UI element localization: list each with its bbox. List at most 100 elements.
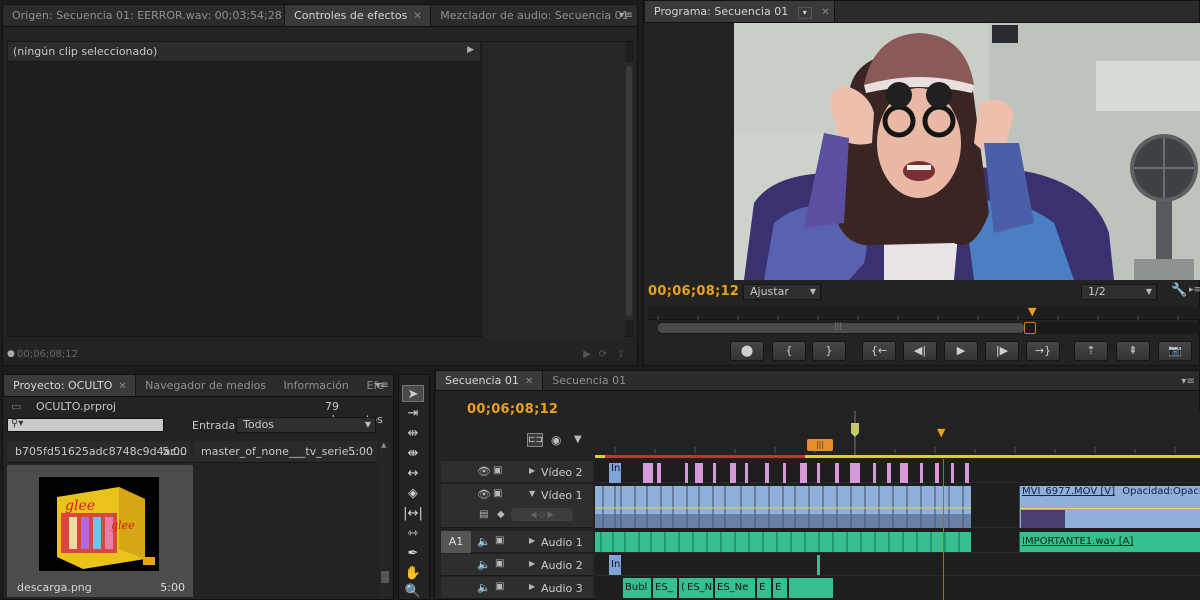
track-header-audio1[interactable]: A1 🔈 ▣ ▶ Audio 1 xyxy=(441,531,593,553)
audio2-clip[interactable]: In xyxy=(609,555,621,575)
collapse-arrow-icon[interactable]: ▼ xyxy=(529,489,535,498)
search-input[interactable]: ⚲▾ xyxy=(7,418,164,432)
expand-arrow-icon[interactable]: ▶ xyxy=(529,466,535,475)
tab-source[interactable]: Origen: Secuencia 01: EERROR.wav: 00;03;… xyxy=(3,5,284,26)
audio1-clip-importante1[interactable]: IMPORTANTE1.wav [A] xyxy=(1019,532,1200,552)
track-header-video1[interactable]: 👁 ▣ ▼ Vídeo 1 ▤ ◆ ◀ ◇ ▶ xyxy=(441,484,593,528)
chevron-down-icon[interactable]: ▾ xyxy=(797,7,812,19)
tab-effect-controls[interactable]: Controles de efectos ✕ xyxy=(284,5,432,26)
timeline-timecode[interactable]: 00;06;08;12 xyxy=(467,402,558,417)
project-thumbnail-item[interactable]: glee glee descarga.png 5:00 xyxy=(7,465,193,597)
timeline-playhead-line[interactable] xyxy=(943,459,944,600)
mark-in-button[interactable]: { xyxy=(772,341,806,361)
tab-project[interactable]: Proyecto: OCULTO ✕ xyxy=(3,375,137,396)
video1-clips-strip[interactable] xyxy=(595,486,971,528)
audio3-clip[interactable]: ES_Ne xyxy=(715,578,755,598)
track-header-audio3[interactable]: 🔈 ▣ ▶ Audio 3 xyxy=(441,577,593,599)
extract-button[interactable]: ⇞ xyxy=(1116,341,1150,361)
expand-arrow-icon[interactable]: ▶ xyxy=(467,45,474,55)
zoom-tool-icon[interactable]: 🔍 xyxy=(402,583,424,600)
close-icon[interactable]: ✕ xyxy=(118,381,126,392)
audio3-clip[interactable] xyxy=(789,578,833,598)
lift-button[interactable]: ⇡ xyxy=(1074,341,1108,361)
playhead-marker-icon[interactable]: ▼ xyxy=(1028,306,1036,318)
project-item[interactable]: master_of_none___tv_serie... 5:00 xyxy=(193,441,377,463)
sync-lock-icon[interactable]: ▣ xyxy=(495,558,504,569)
tab-sequence-01[interactable]: Secuencia 01 ✕ xyxy=(435,371,544,390)
close-icon[interactable]: ✕ xyxy=(821,7,829,18)
panel-menu-icon[interactable]: ▸≡ xyxy=(1189,285,1200,295)
mark-out-button[interactable]: } xyxy=(812,341,846,361)
razor-tool-icon[interactable]: ◈ xyxy=(402,485,424,502)
export-frame-camera-button[interactable]: 📷 xyxy=(1158,341,1192,361)
add-marker-icon[interactable]: ◉ xyxy=(551,433,561,447)
speaker-icon[interactable]: 🔈 xyxy=(477,535,491,548)
audio3-clip[interactable]: ES_ xyxy=(653,578,677,598)
snap-icon[interactable]: ⊏⊐ xyxy=(527,433,543,447)
audio2-small-clip[interactable] xyxy=(817,555,820,575)
rate-stretch-tool-icon[interactable]: ↔ xyxy=(402,465,424,482)
track-select-tool-icon[interactable]: ⇥ xyxy=(402,405,424,422)
expand-arrow-icon[interactable]: ▶ xyxy=(529,536,535,545)
sync-lock-icon[interactable]: ▣ xyxy=(495,535,504,546)
panel-menu-icon[interactable]: ▾≡ xyxy=(375,380,389,391)
expand-arrow-icon[interactable]: ▶ xyxy=(529,582,535,591)
video2-clips-strip[interactable] xyxy=(595,461,1200,483)
track-header-audio2[interactable]: 🔈 ▣ ▶ Audio 2 xyxy=(441,554,593,576)
hand-tool-icon[interactable]: ✋ xyxy=(402,565,424,582)
film-icon[interactable]: ▣ xyxy=(493,488,502,499)
step-back-button[interactable]: ◀| xyxy=(903,341,937,361)
speaker-icon[interactable]: 🔈 xyxy=(477,558,491,571)
settings-wrench-icon[interactable]: 🔧 xyxy=(1171,283,1187,298)
pen-tool-icon[interactable]: ✒ xyxy=(402,545,424,562)
marker-icon[interactable]: ▼ xyxy=(574,434,582,445)
audio-target-a1[interactable]: A1 xyxy=(441,531,471,553)
eye-icon[interactable]: 👁 xyxy=(477,488,491,501)
zoom-fit-dropdown[interactable]: Ajustar ▼ xyxy=(743,284,821,300)
audio3-clip[interactable]: E xyxy=(773,578,787,598)
slip-tool-icon[interactable]: |↔| xyxy=(402,505,424,522)
playhead-marker-icon[interactable]: ▼ xyxy=(937,427,945,439)
program-time-ruler[interactable]: ▼ xyxy=(648,306,1200,320)
play-audio-icon[interactable]: ▶ xyxy=(583,349,591,360)
tab-media-browser[interactable]: Navegador de medios xyxy=(136,375,274,396)
sync-lock-icon[interactable]: ▣ xyxy=(495,581,504,592)
audio3-clip[interactable]: E xyxy=(757,578,771,598)
slide-tool-icon[interactable]: ⇿ xyxy=(402,525,424,542)
go-to-out-button[interactable]: →} xyxy=(1026,341,1060,361)
tab-audio-mixer[interactable]: Mezclador de audio: Secuencia 01 xyxy=(431,5,637,26)
tab-sequence-01-second[interactable]: Secuencia 01 xyxy=(543,371,635,390)
audio1-clips-strip[interactable] xyxy=(595,532,971,552)
close-icon[interactable]: ✕ xyxy=(525,376,533,387)
export-icon[interactable]: ⇪ xyxy=(617,349,625,360)
film-icon[interactable]: ▣ xyxy=(493,465,502,476)
program-zoom-scrollbar[interactable]: ||| xyxy=(658,321,1200,334)
panel-menu-icon[interactable]: ▾≡ xyxy=(619,10,633,21)
display-style-icon[interactable]: ▤ xyxy=(479,509,488,520)
tab-info[interactable]: Información xyxy=(274,375,357,396)
audio3-clip[interactable]: Bubl xyxy=(623,578,651,598)
keyframe-nav-control[interactable]: ◀ ◇ ▶ xyxy=(511,508,573,521)
work-area-handle[interactable]: ||| xyxy=(807,439,833,451)
video1-clip-mvi6977[interactable]: MVI_6977.MOV [V] Opacidad:Opacidad xyxy=(1019,486,1200,528)
tab-program-monitor[interactable]: Programa: Secuencia 01 ▾ ✕ xyxy=(644,1,835,22)
rolling-edit-tool-icon[interactable]: ⇼ xyxy=(402,445,424,462)
close-icon[interactable]: ✕ xyxy=(413,11,421,22)
project-scrollbar[interactable]: ▲ xyxy=(379,441,391,597)
keyframe-icon[interactable]: ◆ xyxy=(497,509,505,520)
vertical-scrollbar[interactable] xyxy=(625,62,633,320)
track-header-video2[interactable]: 👁 ▣ ▶ Vídeo 2 xyxy=(441,461,593,483)
ripple-edit-tool-icon[interactable]: ⇹ xyxy=(402,425,424,442)
play-button[interactable]: ▶ xyxy=(944,341,978,361)
panel-menu-icon[interactable]: ▾≡ xyxy=(1181,376,1195,387)
eye-icon[interactable]: 👁 xyxy=(477,465,491,478)
timeline-ruler[interactable]: ||| ▼ xyxy=(595,411,1200,455)
project-item[interactable]: b705fd51625adc8748c9d4ac... 5:00 xyxy=(7,441,191,463)
selection-tool-icon[interactable]: ➤ xyxy=(402,385,424,402)
loop-icon[interactable]: ⟳ xyxy=(599,349,607,360)
expand-arrow-icon[interactable]: ▶ xyxy=(529,559,535,568)
entrada-dropdown[interactable]: Todos ▼ xyxy=(236,417,376,433)
add-marker-button[interactable]: ⬤ xyxy=(730,341,764,361)
audio3-clip[interactable]: ES_N xyxy=(685,578,713,598)
program-timecode[interactable]: 00;06;08;12 xyxy=(648,284,739,299)
